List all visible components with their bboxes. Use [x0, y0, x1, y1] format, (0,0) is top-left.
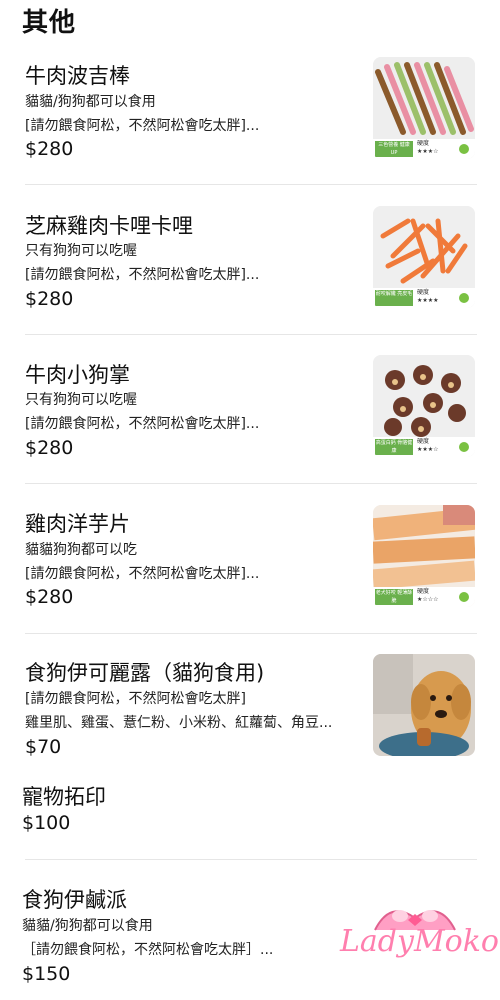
item-description: 只有狗狗可以吃喔 — [25, 392, 137, 408]
item-price: $280 — [25, 138, 74, 160]
green-dot-icon — [459, 592, 469, 602]
item-name: 雞肉洋芋片 — [25, 512, 130, 536]
item-price: $280 — [25, 288, 74, 310]
item-name: 食狗伊鹹派 — [22, 888, 127, 912]
hardness-rating: 硬度 ★☆☆☆ — [417, 588, 439, 603]
item-thumbnail[interactable]: 老犬好咬 輕薄酥脆 硬度 ★☆☆☆ — [373, 505, 475, 607]
item-price: $70 — [25, 736, 62, 758]
item-note: [請勿餵食阿松，不然阿松會吃太胖]... — [25, 267, 260, 283]
item-note: [請勿餵食阿松，不然阿松會吃太胖]... — [25, 566, 260, 582]
divider — [25, 184, 477, 185]
item-name: 牛肉波吉棒 — [25, 64, 130, 88]
item-price: $280 — [25, 437, 74, 459]
feature-tag: 三色營養 健康UP — [375, 141, 413, 157]
item-ingredients: 雞里肌、雞蛋、薏仁粉、小米粉、紅蘿蔔、角豆... — [25, 715, 333, 731]
green-dot-icon — [459, 144, 469, 154]
hardness-rating: 硬度 ★★★★ — [417, 289, 439, 304]
item-thumbnail[interactable]: 耐咬解饞 亮皮毛 硬度 ★★★★ — [373, 206, 475, 308]
item-name: 食狗伊可麗露（貓狗食用) — [25, 661, 265, 685]
item-description: 貓貓/狗狗都可以食用 — [22, 918, 153, 934]
divider — [25, 859, 477, 860]
feature-tag: 老犬好咬 輕薄酥脆 — [375, 589, 413, 605]
item-name: 芝麻雞肉卡哩卡哩 — [25, 214, 193, 238]
item-name: 牛肉小狗掌 — [25, 363, 130, 387]
hardness-rating: 硬度 ★★★☆ — [417, 438, 439, 453]
item-note: [請勿餵食阿松，不然阿松會吃太胖]... — [25, 416, 260, 432]
section-title: 其他 — [22, 8, 77, 38]
item-thumbnail[interactable] — [373, 654, 475, 756]
divider — [25, 633, 477, 634]
hardness-rating: 硬度 ★★★☆ — [417, 140, 439, 155]
item-description: 只有狗狗可以吃喔 — [25, 243, 137, 259]
feature-tag: 耐咬解饞 亮皮毛 — [375, 290, 413, 306]
watermark-logo: LadyMoko — [340, 898, 499, 988]
item-note: ［請勿餵食阿松，不然阿松會吃太胖］... — [22, 942, 274, 958]
item-price: $150 — [22, 963, 71, 985]
item-description: 貓貓狗狗都可以吃 — [25, 542, 137, 558]
item-description: [請勿餵食阿松，不然阿松會吃太胖] — [25, 691, 246, 707]
item-price: $280 — [25, 586, 74, 608]
divider — [25, 483, 477, 484]
item-thumbnail[interactable]: 三色營養 健康UP 硬度 ★★★☆ — [373, 57, 475, 159]
item-name: 寵物拓印 — [22, 785, 106, 809]
item-note: [請勿餵食阿松，不然阿松會吃太胖]... — [25, 118, 260, 134]
green-dot-icon — [459, 293, 469, 303]
feature-tag: 高蛋白鈣 骨骼健康 — [375, 439, 413, 455]
green-dot-icon — [459, 442, 469, 452]
dog-photo-image — [373, 654, 475, 756]
divider — [25, 334, 477, 335]
item-description: 貓貓/狗狗都可以食用 — [25, 94, 156, 110]
item-price: $100 — [22, 812, 71, 834]
item-thumbnail[interactable]: 高蛋白鈣 骨骼健康 硬度 ★★★☆ — [373, 355, 475, 457]
watermark-text: LadyMoko — [340, 924, 499, 959]
